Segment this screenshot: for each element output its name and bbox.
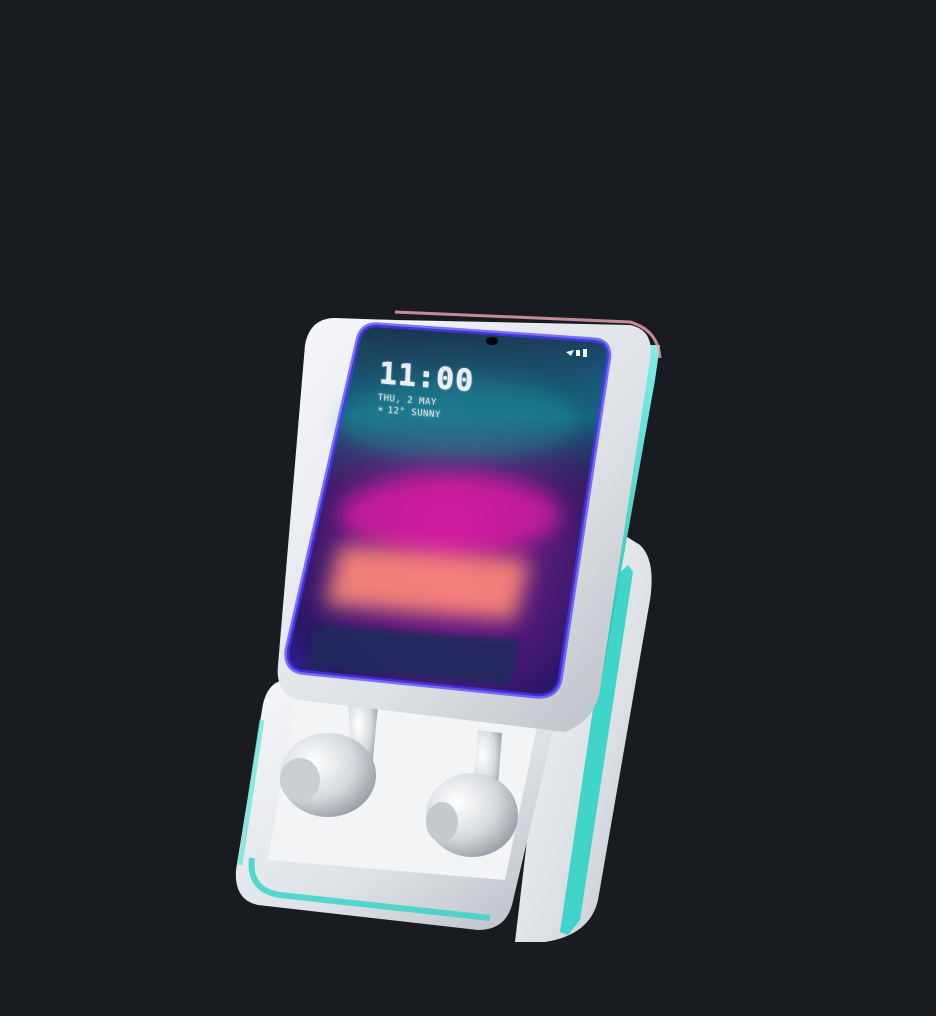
product-render [235, 310, 662, 942]
sun-icon: ☀ [377, 405, 384, 416]
camera-punch-hole [486, 337, 498, 345]
